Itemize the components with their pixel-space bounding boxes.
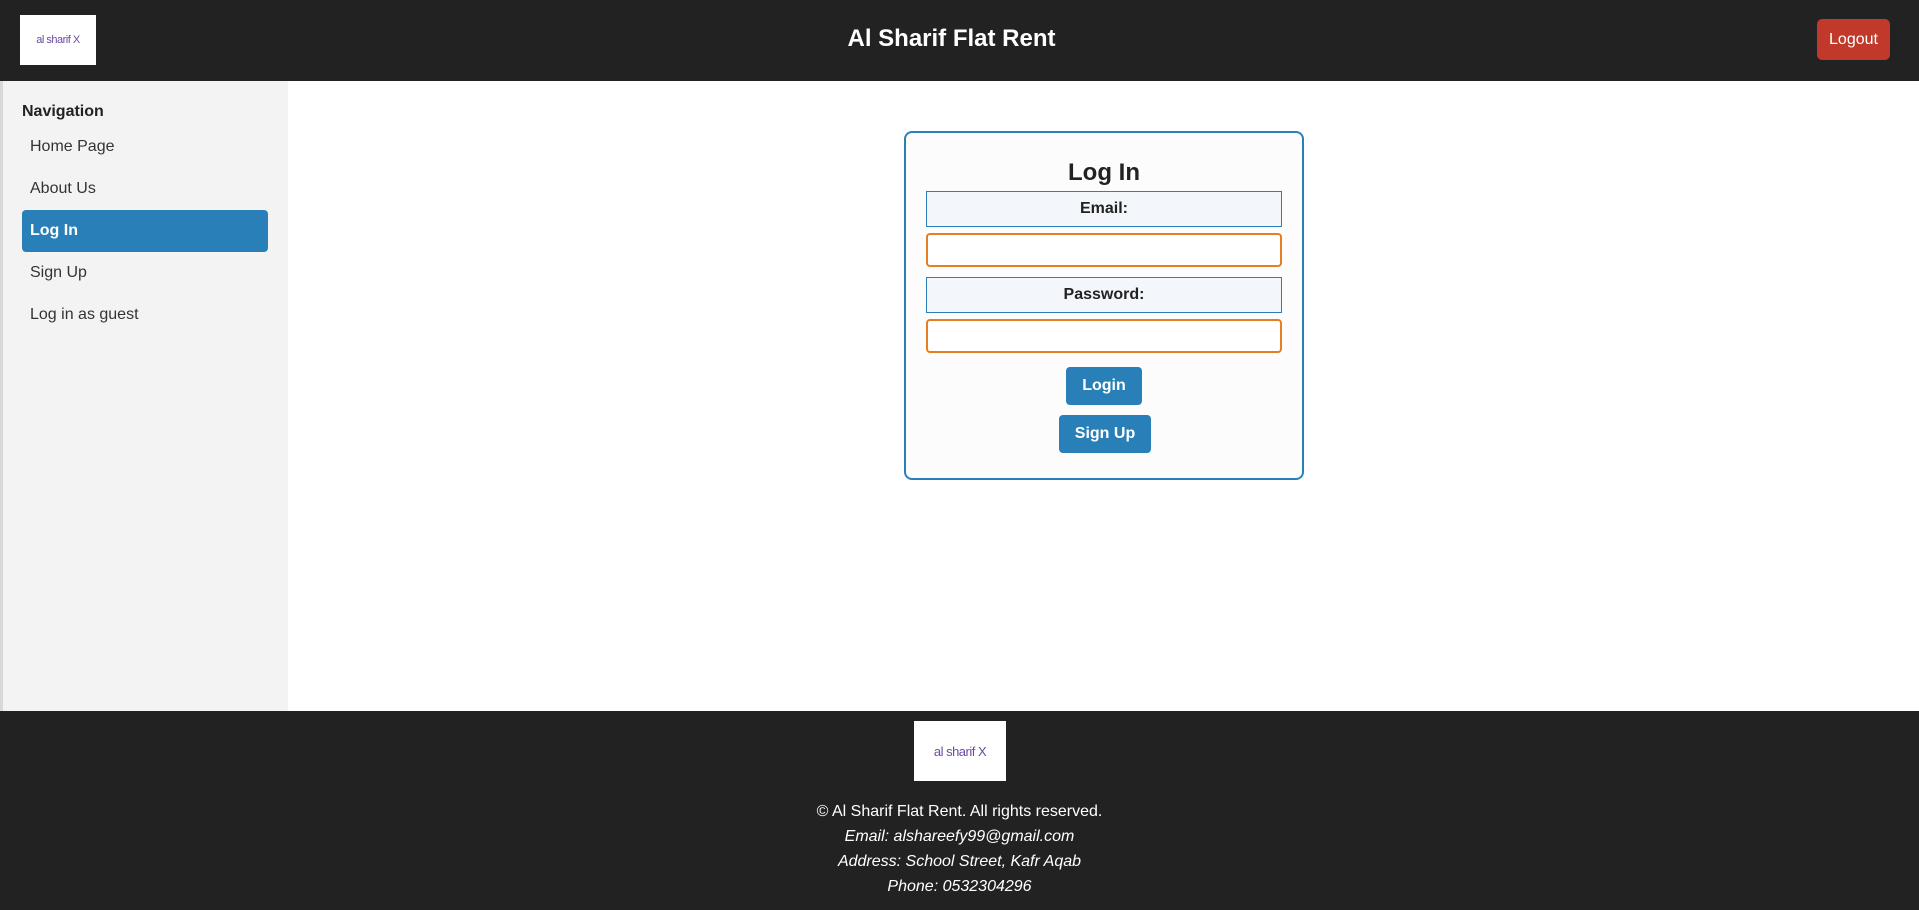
password-label: Password: [926, 277, 1282, 313]
footer-logo: al sharif X [914, 721, 1006, 781]
password-field[interactable] [926, 319, 1282, 353]
login-card: Log In Email: Password: Login Sign Up [904, 131, 1304, 480]
login-button[interactable]: Login [1066, 367, 1142, 405]
footer-email: Email: alshareefy99@gmail.com [844, 828, 1075, 845]
site-title: Al Sharif Flat Rent [847, 25, 1056, 52]
nav-list: Home Page About Us Log In Sign Up Log in… [22, 126, 268, 336]
sidebar-item-home-page[interactable]: Home Page [22, 126, 268, 168]
footer-logo-text: al sharif X [933, 743, 987, 759]
sidebar-item-about-us[interactable]: About Us [22, 168, 268, 210]
site-footer: al sharif X © Al Sharif Flat Rent. All r… [0, 711, 1919, 910]
email-field[interactable] [926, 233, 1282, 267]
sidebar-item-sign-up[interactable]: Sign Up [22, 252, 268, 294]
footer-copyright: © Al Sharif Flat Rent. All rights reserv… [816, 803, 1103, 820]
sidebar-item-guest-login[interactable]: Log in as guest [22, 294, 268, 336]
site-header: al sharif X Al Sharif Flat Rent Logout [0, 0, 1919, 81]
footer-phone: Phone: 0532304296 [887, 878, 1032, 895]
signup-button[interactable]: Sign Up [1059, 415, 1151, 453]
login-title: Log In [1068, 159, 1140, 186]
email-label: Email: [926, 191, 1282, 227]
sidebar-navigation: Navigation Home Page About Us Log In Sig… [0, 81, 288, 711]
logout-button[interactable]: Logout [1817, 19, 1890, 60]
sidebar-item-log-in[interactable]: Log In [22, 210, 268, 252]
footer-address: Address: School Street, Kafr Aqab [837, 853, 1082, 870]
nav-title: Navigation [22, 103, 104, 120]
